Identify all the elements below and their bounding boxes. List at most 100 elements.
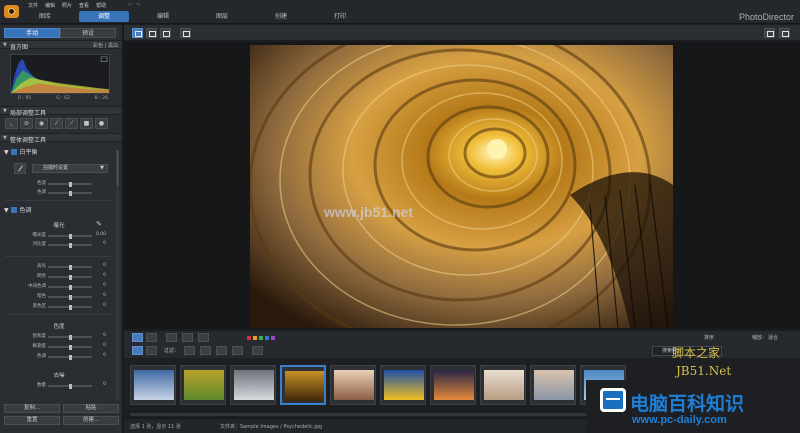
second-monitor-icon[interactable] <box>180 28 191 38</box>
histogram-bw-option[interactable]: 黑白 <box>108 43 118 49</box>
create-preset-button[interactable]: 创建... <box>63 416 119 425</box>
copy-button[interactable]: 复制... <box>4 404 60 413</box>
zoom-value[interactable]: 适合 <box>768 334 778 341</box>
color-label-swatch[interactable] <box>259 336 263 340</box>
slider-track[interactable] <box>48 335 92 340</box>
histogram-color-option[interactable]: 彩色 <box>93 43 103 49</box>
slider-track[interactable] <box>48 295 92 300</box>
global-tools-header[interactable]: ▼ 整体调整工具 <box>0 133 122 144</box>
list-view-icon[interactable] <box>146 346 157 355</box>
white-balance-checkbox[interactable] <box>10 149 17 155</box>
slider-track[interactable] <box>48 191 92 196</box>
crop-tool-icon[interactable]: ⌞ <box>5 118 18 129</box>
filter-color-select[interactable] <box>216 346 227 355</box>
single-view-icon[interactable] <box>132 28 143 38</box>
filmstrip-thumbnail[interactable] <box>330 365 376 405</box>
flag-icon[interactable] <box>198 333 209 342</box>
slider-track[interactable] <box>48 265 92 270</box>
tab-presets[interactable]: 预设 <box>60 28 116 38</box>
tab-manual[interactable]: 手动 <box>4 28 60 38</box>
brush-icon[interactable]: ⁄ <box>50 118 63 129</box>
gradient-mask-icon[interactable]: ■ <box>80 118 93 129</box>
sort-label[interactable]: 排序 <box>704 334 714 341</box>
white-balance-header[interactable]: ▼ 白平衡 <box>4 147 38 156</box>
slider-knob[interactable] <box>68 182 72 187</box>
tone-checkbox[interactable] <box>10 207 17 213</box>
compare-view-icon[interactable] <box>146 28 157 38</box>
filmstrip-thumbnail[interactable] <box>180 365 226 405</box>
rotate-left-icon[interactable] <box>166 333 177 342</box>
color-label-swatch[interactable] <box>265 336 269 340</box>
filmstrip-thumbnail[interactable] <box>530 365 576 405</box>
regional-tools-header[interactable]: ▼ 局部调整工具 <box>0 106 122 117</box>
slider-knob[interactable] <box>68 355 72 360</box>
hand-tool-icon[interactable] <box>779 28 790 38</box>
slider-knob[interactable] <box>68 335 72 340</box>
slider-knob[interactable] <box>68 305 72 310</box>
slider-knob[interactable] <box>68 384 72 389</box>
menu-view[interactable]: 查看 <box>79 2 89 9</box>
tab-library[interactable]: 图库 <box>20 11 70 22</box>
filmstrip-compare-icon[interactable] <box>146 333 157 342</box>
white-balance-preset-select[interactable]: 拍摄时设置 ▼ <box>32 164 108 173</box>
slider-knob[interactable] <box>68 265 72 270</box>
zoom-icon[interactable] <box>764 28 775 38</box>
menu-help[interactable]: 帮助 <box>96 2 106 9</box>
slider-knob[interactable] <box>68 191 72 196</box>
tab-print[interactable]: 打印 <box>315 11 365 22</box>
tab-adjust[interactable]: 调整 <box>79 11 129 22</box>
filmstrip-thumbnail[interactable] <box>230 365 276 405</box>
slider-track[interactable] <box>48 305 92 310</box>
slider-knob[interactable] <box>68 275 72 280</box>
filmstrip-thumbnail[interactable] <box>280 365 326 405</box>
filmstrip-thumbnail[interactable] <box>380 365 426 405</box>
panel-scrollbar[interactable] <box>116 150 119 400</box>
color-label-swatch[interactable] <box>271 336 275 340</box>
auto-tone-icon[interactable]: ✎ <box>96 220 102 228</box>
spot-removal-icon[interactable]: ⊘ <box>20 118 33 129</box>
paste-button[interactable]: 粘贴 <box>63 404 119 413</box>
slider-knob[interactable] <box>68 285 72 290</box>
tab-layers[interactable]: 图层 <box>197 11 247 22</box>
sort-order-icon[interactable] <box>252 346 263 355</box>
slider-knob[interactable] <box>68 234 72 239</box>
red-eye-icon[interactable]: ◉ <box>35 118 48 129</box>
menu-photo[interactable]: 照片 <box>62 2 72 9</box>
filter-flag-select[interactable] <box>200 346 211 355</box>
slider-track[interactable] <box>48 285 92 290</box>
filmstrip-thumbnail[interactable] <box>430 365 476 405</box>
eyedropper-icon[interactable] <box>14 163 26 174</box>
slider-track[interactable] <box>48 275 92 280</box>
slider-track[interactable] <box>48 355 92 360</box>
radial-filter-icon[interactable]: ● <box>95 118 108 129</box>
menu-file[interactable]: 文件 <box>28 2 38 9</box>
rotate-right-icon[interactable] <box>182 333 193 342</box>
slider-track[interactable] <box>48 243 92 248</box>
slider-knob[interactable] <box>68 295 72 300</box>
filmstrip-thumbnail[interactable] <box>480 365 526 405</box>
grid-view-icon[interactable] <box>160 28 171 38</box>
filter-type-select[interactable] <box>232 346 243 355</box>
slider-knob[interactable] <box>68 345 72 350</box>
reset-button[interactable]: 重置 <box>4 416 60 425</box>
tab-edit[interactable]: 编辑 <box>138 11 188 22</box>
histogram-header[interactable]: ▼ 直方图 彩色 | 黑白 <box>0 40 122 51</box>
tone-header[interactable]: ▼ 色调 <box>4 205 32 214</box>
undo-redo-icons[interactable]: ↶↷ <box>128 2 144 9</box>
thumbnail-view-icon[interactable] <box>132 346 143 355</box>
slider-track[interactable] <box>48 234 92 239</box>
color-label-swatch[interactable] <box>253 336 257 340</box>
filmstrip-view-icon[interactable] <box>132 333 143 342</box>
tab-create[interactable]: 创建 <box>256 11 306 22</box>
gradient-brush-icon[interactable]: ⟋ <box>65 118 78 129</box>
filmstrip-thumbnail[interactable] <box>130 365 176 405</box>
color-label-swatch[interactable] <box>247 336 251 340</box>
slider-knob[interactable] <box>68 243 72 248</box>
slider-track[interactable] <box>48 182 92 187</box>
scrollbar-thumb[interactable] <box>116 150 119 186</box>
slider-track[interactable] <box>48 384 92 389</box>
filmstrip-scrollbar[interactable] <box>130 413 610 416</box>
filter-rating-select[interactable] <box>184 346 195 355</box>
slider-track[interactable] <box>48 345 92 350</box>
menu-edit[interactable]: 编辑 <box>45 2 55 9</box>
